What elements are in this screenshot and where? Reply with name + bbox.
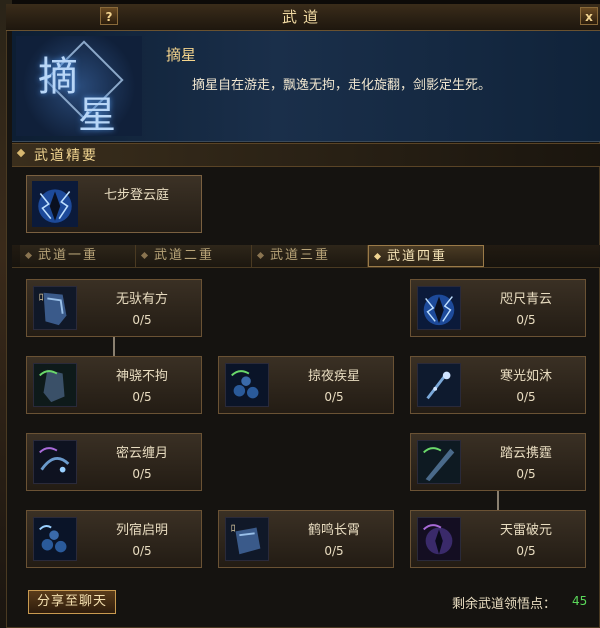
skill-node[interactable]: 踏云携霆 0/5 [410, 433, 586, 491]
skill-name: 掠夜疾星 [307, 369, 360, 384]
skill-points: 0/5 [132, 467, 152, 481]
blue-bracer-icon: ﾛ [225, 517, 269, 561]
tab-level-4[interactable]: 武道四重 [368, 245, 484, 267]
skill-points: 0/5 [516, 544, 536, 558]
skill-node[interactable]: 掠夜疾星 0/5 [218, 356, 394, 414]
skill-points: 0/5 [516, 390, 536, 404]
skill-node[interactable]: 寒光如沐 0/5 [410, 356, 586, 414]
blade-icon [417, 440, 461, 484]
svg-text:ﾛ: ﾛ [231, 523, 236, 534]
lightning-figure-icon [417, 286, 461, 330]
skill-node[interactable]: 咫尺青云 0/5 [410, 279, 586, 337]
skill-node[interactable]: 神骁不拘 0/5 [26, 356, 202, 414]
skill-name: 密云缠月 [115, 446, 168, 461]
skill-node[interactable]: ﾛ 鹤鸣长霄 0/5 [218, 510, 394, 568]
skill-node[interactable]: 天雷破元 0/5 [410, 510, 586, 568]
emblem-char-2: 星 [78, 93, 117, 137]
tab-label: 武道三重 [270, 248, 331, 263]
tab-label: 武道四重 [387, 249, 448, 264]
svg-text:ﾛ: ﾛ [39, 292, 44, 303]
window-title: 武道 [281, 8, 324, 26]
skill-points: 0/5 [516, 313, 536, 327]
tab-bullet-icon [256, 251, 265, 260]
tab-bullet-icon [373, 252, 382, 261]
section-bar [12, 143, 600, 167]
style-emblem: 摘 星 [16, 36, 142, 137]
skill-points: 0/5 [516, 467, 536, 481]
style-description: 摘星自在游走，飘逸无拘，走化旋翻，剑影定生死。 [192, 78, 492, 93]
skill-name: 寒光如沐 [499, 369, 552, 384]
tab-bullet-icon [24, 251, 33, 260]
tree-connector [497, 490, 499, 510]
tab-bullet-icon [140, 251, 149, 260]
skill-name: 天雷破元 [499, 523, 552, 538]
section-title: 武道精要 [34, 148, 98, 164]
tab-level-3[interactable]: 武道三重 [252, 245, 368, 267]
purple-swirl-icon [33, 440, 77, 484]
skill-name: 咫尺青云 [499, 292, 552, 307]
remaining-points-label: 剩余武道领悟点： [452, 597, 557, 612]
skill-name: 鹤鸣长霄 [307, 523, 360, 538]
featured-skill-name: 七步登云庭 [104, 188, 170, 203]
close-button[interactable]: x [580, 7, 598, 25]
skill-name: 无驮有方 [115, 292, 168, 307]
tab-label: 武道一重 [38, 248, 99, 263]
share-to-chat-button[interactable]: 分享至聊天 [28, 590, 116, 614]
skill-points: 0/5 [132, 544, 152, 558]
skill-points: 0/5 [132, 390, 152, 404]
skill-points: 0/5 [132, 313, 152, 327]
skill-node[interactable]: 列宿启明 0/5 [26, 510, 202, 568]
style-name: 摘星 [166, 46, 197, 64]
leg-armor-icon: ﾛ [33, 286, 77, 330]
skill-name: 踏云携霆 [499, 446, 552, 461]
skill-points: 0/5 [324, 544, 344, 558]
skill-name: 神骁不拘 [115, 369, 168, 384]
tab-level-2[interactable]: 武道二重 [136, 245, 252, 267]
tab-label: 武道二重 [154, 248, 215, 263]
boot-green-icon [33, 363, 77, 407]
sparkle-figure-icon [417, 363, 461, 407]
emblem-char-1: 摘 [38, 54, 78, 100]
remaining-points-value: 45 [572, 594, 588, 608]
skill-node[interactable]: ﾛ 无驮有方 0/5 [26, 279, 202, 337]
purple-figure-icon [417, 517, 461, 561]
blue-orbs-icon [225, 363, 269, 407]
lightning-figure-icon [32, 181, 78, 227]
skill-points: 0/5 [324, 390, 344, 404]
skill-node[interactable]: 密云缠月 0/5 [26, 433, 202, 491]
blue-orbs-icon [33, 517, 77, 561]
tab-level-1[interactable]: 武道一重 [20, 245, 136, 267]
skill-name: 列宿启明 [115, 523, 168, 538]
tree-connector [113, 337, 115, 357]
help-button[interactable]: ? [100, 7, 118, 25]
title-bar[interactable]: 武道 [6, 4, 600, 31]
